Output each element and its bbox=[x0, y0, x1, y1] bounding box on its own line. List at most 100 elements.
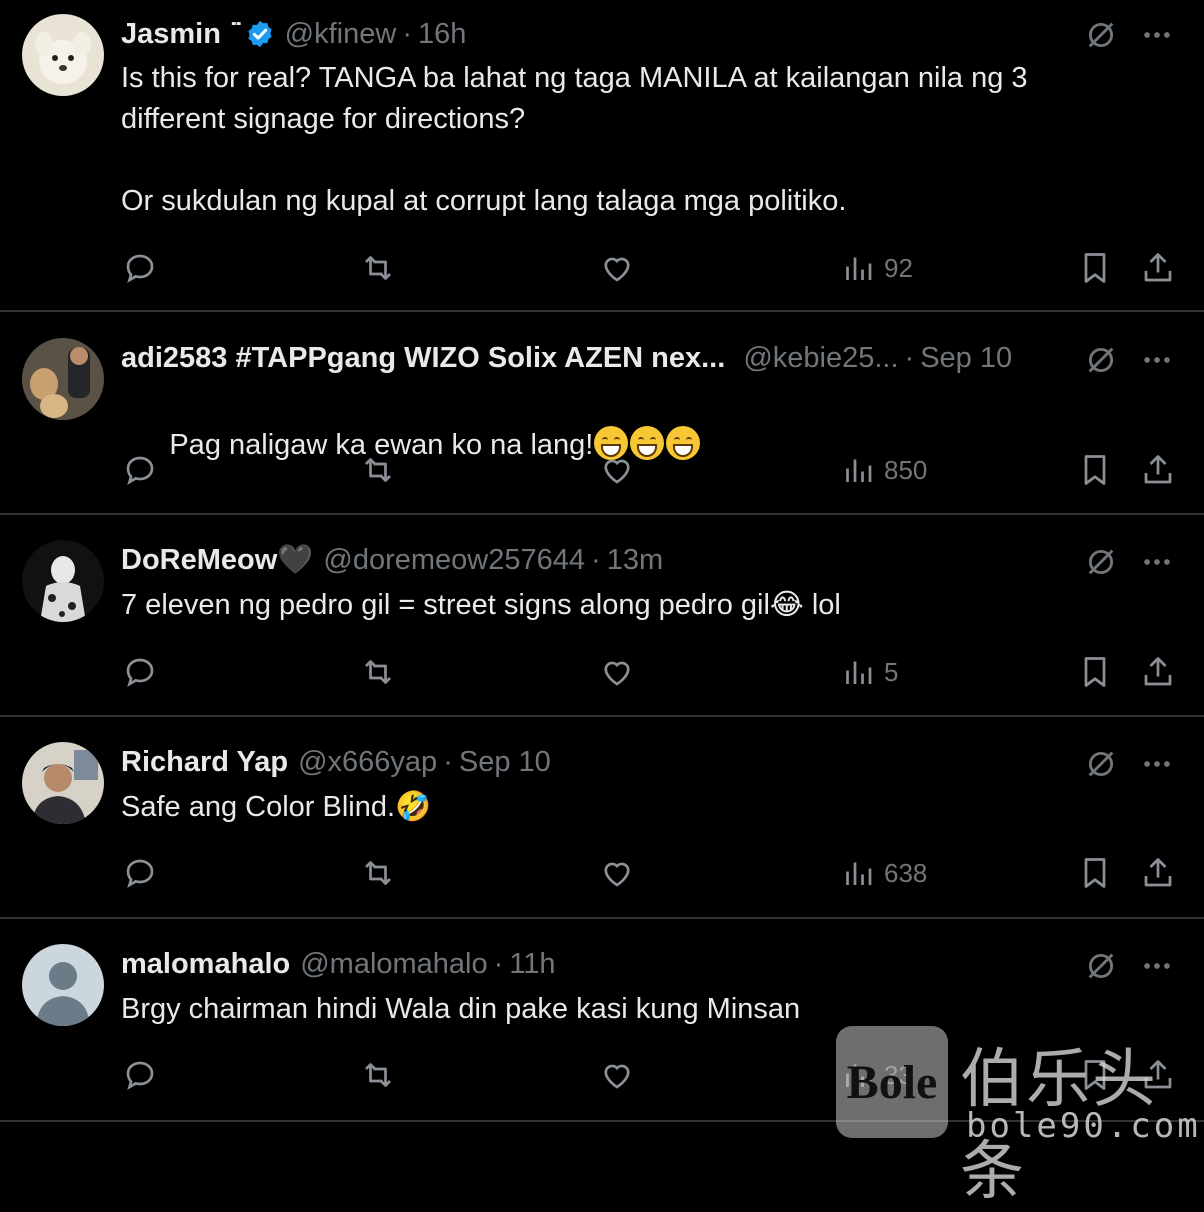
more-options-icon[interactable] bbox=[1140, 343, 1174, 377]
like-button[interactable] bbox=[599, 851, 635, 895]
watermark-logo: Bole bbox=[836, 1026, 948, 1138]
share-icon bbox=[1144, 455, 1172, 484]
heart-icon bbox=[604, 661, 630, 686]
separator: · bbox=[904, 341, 915, 374]
watermark: Bole 伯乐头条 bole90.com bbox=[836, 1026, 1204, 1209]
retweet-button[interactable] bbox=[360, 650, 396, 694]
watermark-url: bole90.com bbox=[966, 1106, 1201, 1146]
avatar[interactable] bbox=[22, 338, 104, 420]
reply-button[interactable] bbox=[122, 1053, 158, 1097]
avatar[interactable] bbox=[22, 14, 104, 96]
display-name[interactable]: adi2583 #TAPPgang WIZO Solix AZEN nex... bbox=[121, 342, 725, 375]
analytics-icon bbox=[846, 459, 872, 482]
display-name[interactable]: Richard Yap bbox=[121, 746, 288, 779]
tweet-text: Is this for real? TANGA ba lahat ng taga… bbox=[121, 62, 1028, 217]
views-button[interactable]: 850 bbox=[840, 448, 927, 492]
share-icon bbox=[1144, 858, 1172, 887]
analytics-icon bbox=[846, 661, 872, 684]
timestamp[interactable]: Sep 10 bbox=[920, 342, 1012, 375]
bookmark-icon bbox=[1084, 253, 1106, 283]
grok-icon[interactable] bbox=[1084, 747, 1118, 781]
like-button[interactable] bbox=[599, 246, 635, 290]
bookmark-icon bbox=[1084, 455, 1106, 485]
reply-button[interactable] bbox=[122, 448, 158, 492]
handle[interactable]: @kfinew bbox=[285, 18, 397, 51]
retweet-icon bbox=[365, 458, 391, 482]
grok-icon[interactable] bbox=[1084, 949, 1118, 983]
like-button[interactable] bbox=[599, 1053, 635, 1097]
retweet-button[interactable] bbox=[360, 851, 396, 895]
handle[interactable]: @x666yap bbox=[298, 746, 437, 779]
views-button[interactable]: 638 bbox=[840, 851, 927, 895]
analytics-icon bbox=[846, 257, 872, 280]
share-icon bbox=[1144, 253, 1172, 282]
timestamp[interactable]: 13m bbox=[607, 544, 663, 577]
reply-button[interactable] bbox=[122, 246, 158, 290]
reply-icon bbox=[126, 254, 154, 283]
views-button[interactable]: 5 bbox=[840, 650, 898, 694]
analytics-icon bbox=[846, 862, 872, 885]
more-options-icon[interactable] bbox=[1140, 18, 1174, 52]
tweet[interactable]: Jasmin ˙̇ @kfinew · 16h Is this for real… bbox=[0, 0, 1204, 312]
share-button[interactable] bbox=[1140, 246, 1176, 290]
share-button[interactable] bbox=[1140, 448, 1176, 492]
display-name[interactable]: Jasmin ˙̇ bbox=[121, 18, 239, 51]
avatar[interactable] bbox=[22, 742, 104, 824]
more-options-icon[interactable] bbox=[1140, 949, 1174, 983]
separator: · bbox=[402, 17, 412, 50]
avatar[interactable] bbox=[22, 944, 104, 1026]
tweet[interactable]: Richard Yap @x666yap · Sep 10 Safe ang C… bbox=[0, 717, 1204, 919]
retweet-icon bbox=[365, 861, 391, 885]
tweet[interactable]: DoReMeow🖤 @doremeow257644 · 13m 7 eleven… bbox=[0, 515, 1204, 717]
views-count: 5 bbox=[884, 656, 899, 687]
tweet-header: Richard Yap @x666yap · Sep 10 bbox=[121, 742, 1064, 782]
more-options-icon[interactable] bbox=[1140, 747, 1174, 781]
retweet-button[interactable] bbox=[360, 246, 396, 290]
tweet[interactable]: adi2583 #TAPPgang WIZO Solix AZEN nex...… bbox=[0, 312, 1204, 515]
reply-icon bbox=[126, 859, 154, 888]
display-name[interactable]: malomahalo bbox=[121, 948, 290, 981]
share-button[interactable] bbox=[1140, 851, 1176, 895]
grok-icon[interactable] bbox=[1084, 545, 1118, 579]
handle[interactable]: @doremeow257644 bbox=[323, 544, 585, 577]
reply-button[interactable] bbox=[122, 851, 158, 895]
tweet-text: Brgy chairman hindi Wala din pake kasi k… bbox=[121, 993, 801, 1025]
views-count: 850 bbox=[884, 454, 928, 485]
avatar[interactable] bbox=[22, 540, 104, 622]
views-button[interactable]: 92 bbox=[840, 246, 913, 290]
share-button[interactable] bbox=[1140, 650, 1176, 694]
reply-icon bbox=[126, 658, 154, 687]
tweet-header: DoReMeow🖤 @doremeow257644 · 13m bbox=[121, 540, 1064, 580]
separator: · bbox=[591, 543, 601, 576]
action-bar: 850 bbox=[0, 448, 1204, 492]
heart-icon bbox=[604, 1064, 630, 1089]
handle[interactable]: @kebie25... bbox=[743, 342, 898, 375]
bookmark-button[interactable] bbox=[1077, 448, 1113, 492]
grok-icon[interactable] bbox=[1084, 343, 1118, 377]
display-name[interactable]: DoReMeow🖤 bbox=[121, 543, 313, 577]
timestamp[interactable]: 11h bbox=[509, 948, 555, 981]
bookmark-button[interactable] bbox=[1077, 851, 1113, 895]
like-button[interactable] bbox=[599, 650, 635, 694]
reply-icon bbox=[126, 456, 154, 485]
tweet-header: malomahalo @malomahalo · 11h bbox=[121, 944, 1064, 984]
bookmark-button[interactable] bbox=[1077, 650, 1113, 694]
retweet-button[interactable] bbox=[360, 448, 396, 492]
share-icon bbox=[1144, 657, 1172, 686]
timestamp[interactable]: Sep 10 bbox=[459, 746, 551, 779]
bookmark-icon bbox=[1084, 858, 1106, 888]
more-options-icon[interactable] bbox=[1140, 545, 1174, 579]
views-count: 638 bbox=[884, 857, 928, 888]
heart-icon bbox=[604, 862, 630, 887]
grok-icon[interactable] bbox=[1084, 18, 1118, 52]
retweet-icon bbox=[365, 1063, 391, 1087]
timestamp[interactable]: 16h bbox=[418, 18, 466, 51]
bookmark-button[interactable] bbox=[1077, 246, 1113, 290]
like-button[interactable] bbox=[599, 448, 635, 492]
separator: · bbox=[493, 947, 504, 980]
verified-badge-icon bbox=[248, 20, 272, 48]
retweet-button[interactable] bbox=[360, 1053, 396, 1097]
retweet-icon bbox=[365, 256, 391, 280]
handle[interactable]: @malomahalo bbox=[300, 948, 487, 981]
reply-button[interactable] bbox=[122, 650, 158, 694]
